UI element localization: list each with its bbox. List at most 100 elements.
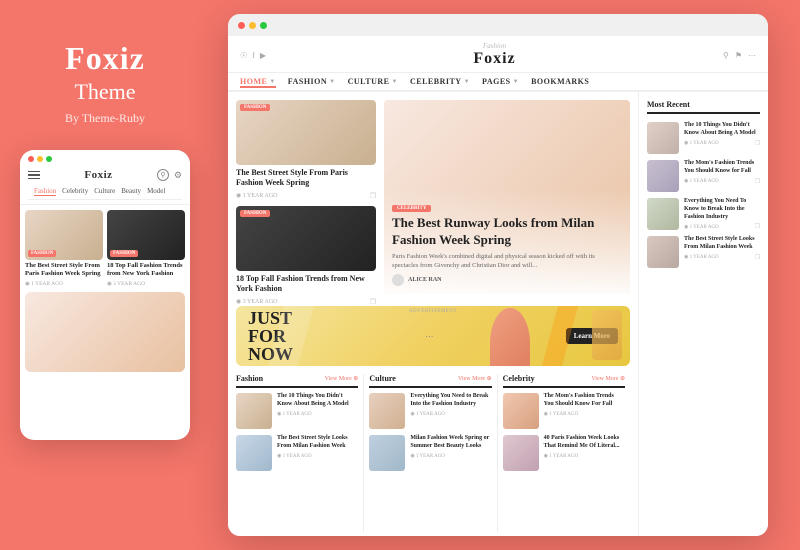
cat-more-fashion[interactable]: View More ⊕ (325, 375, 359, 382)
mobile-card-title-2: 18 Top Fall Fashion Trends from New York… (107, 262, 185, 279)
bookmark-icon-2[interactable]: ❐ (370, 298, 376, 306)
recent-content-3: Everything You Need To Know to Break Int… (684, 198, 760, 230)
cat-title-culture: Culture (369, 374, 396, 383)
category-sections: Fashion View More ⊕ The 10 Things You Di… (228, 370, 638, 536)
site-header: ☉ f ▶ Fashion Foxiz ⚲ ⚑ ⋯ (228, 36, 768, 73)
article-card-1: FASHION The Best Street Style From Paris… (236, 100, 376, 200)
mobile-logo: Foxiz (84, 169, 112, 181)
site-nav: HOME ▼ FASHION ▼ CULTURE ▼ CELEBRITY ▼ P… (228, 73, 768, 92)
cat-content-culture-1: Everything You Need to Break Into the Fa… (410, 393, 491, 429)
mobile-tab-celebrity[interactable]: Celebrity (62, 187, 88, 196)
mobile-tab-fashion[interactable]: Fashion (34, 187, 56, 196)
cat-item-culture-1: Everything You Need to Break Into the Fa… (369, 393, 491, 429)
cat-img-fashion-2 (236, 435, 272, 471)
recent-bookmark-4[interactable]: ❐ (755, 254, 760, 261)
mobile-big-image (25, 292, 185, 372)
article-footer-2: ◉ 3 YEAR AGO ❐ (236, 298, 376, 306)
mobile-card-meta-1: ◉ 1 YEAR AGO (25, 281, 103, 287)
dot-red (28, 156, 34, 162)
settings-icon[interactable]: ⚙ (174, 170, 182, 181)
mobile-card-2: FASHION 18 Top Fall Fashion Trends from … (107, 210, 185, 287)
recent-meta-2: ◉ 1 YEAR AGO (684, 178, 719, 184)
cat-section-celebrity: Celebrity View More ⊕ The Mom's Fashion … (498, 374, 630, 532)
right-panel: ☉ f ▶ Fashion Foxiz ⚲ ⚑ ⋯ HOME ▼ FASHION… (210, 0, 800, 550)
social-icon-f: f (252, 51, 255, 60)
recent-title-1: The 10 Things You Didn't Know About Bein… (684, 122, 760, 138)
cat-item-meta-fashion-2: ◉ 1 YEAR AGO (277, 453, 358, 459)
recent-bookmark-1[interactable]: ❐ (755, 140, 760, 147)
dt-dot-red (238, 22, 245, 29)
main-area: FASHION The Best Street Style From Paris… (228, 92, 768, 536)
bookmark-icon-1[interactable]: ❐ (370, 192, 376, 200)
recent-footer-3: ◉ 1 YEAR AGO ❐ (684, 223, 760, 230)
recent-item-4: The Best Street Style Looks From Milan F… (647, 236, 760, 268)
cat-item-title-culture-2: Milan Fashion Week Spring or Summer Best… (410, 435, 491, 451)
nav-fashion[interactable]: FASHION ▼ (288, 77, 336, 86)
recent-bookmark-2[interactable]: ❐ (755, 178, 760, 185)
recent-meta-1: ◉ 1 YEAR AGO (684, 140, 719, 146)
cat-item-meta-culture-2: ◉ 1 YEAR AGO (410, 453, 491, 459)
recent-footer-1: ◉ 1 YEAR AGO ❐ (684, 140, 760, 147)
mobile-tab-beauty[interactable]: Beauty (121, 187, 141, 196)
cat-item-celeb-2: 40 Paris Fashion Week Looks That Remind … (503, 435, 625, 471)
nav-pages[interactable]: PAGES ▼ (482, 77, 519, 86)
nav-home[interactable]: HOME ▼ (240, 77, 276, 88)
brand-subtitle: Theme (74, 79, 135, 105)
recent-img-4 (647, 236, 679, 268)
article-title-2: 18 Top Fall Fashion Trends from New York… (236, 274, 376, 295)
article-badge-2: FASHION (240, 210, 270, 217)
cat-item-meta-celeb-2: ◉ 1 YEAR AGO (544, 453, 625, 459)
desktop-content: ☉ f ▶ Fashion Foxiz ⚲ ⚑ ⋯ HOME ▼ FASHION… (228, 36, 768, 536)
mobile-tab-model[interactable]: Model (147, 187, 165, 196)
mobile-tabs: Fashion Celebrity Culture Beauty Model (28, 184, 182, 200)
cat-item-fashion-1: The 10 Things You Didn't Know About Bein… (236, 393, 358, 429)
cat-content-celeb-2: 40 Paris Fashion Week Looks That Remind … (544, 435, 625, 471)
ad-figure (490, 308, 530, 366)
more-icon[interactable]: ⋯ (748, 51, 756, 60)
site-logo-small: Fashion (473, 42, 515, 50)
search-icon[interactable]: ⚲ (723, 51, 729, 60)
user-icon[interactable]: ⚑ (735, 51, 742, 60)
ad-right-deco (592, 310, 622, 360)
hero-desc: Paris Fashion Week's combined digital an… (392, 252, 622, 270)
cat-content-celeb-1: The Mom's Fashion Trends You Should Know… (544, 393, 625, 429)
site-header-left: ☉ f ▶ (240, 51, 266, 60)
nav-culture[interactable]: CULTURE ▼ (348, 77, 398, 86)
brand-title: Foxiz (65, 40, 145, 77)
cat-more-celebrity[interactable]: View More ⊕ (591, 375, 625, 382)
social-icon-t: ▶ (260, 51, 266, 60)
mobile-lady-image (25, 292, 185, 372)
cat-more-culture[interactable]: View More ⊕ (458, 375, 492, 382)
site-logo-center: Fashion Foxiz (473, 42, 515, 68)
hamburger-icon[interactable] (28, 171, 40, 180)
dt-dot-green (260, 22, 267, 29)
article-footer-1: ◉ 1 YEAR AGO ❐ (236, 192, 376, 200)
cat-header-celebrity: Celebrity View More ⊕ (503, 374, 625, 388)
mobile-card-title-1: The Best Street Style From Paris Fashion… (25, 262, 103, 279)
recent-title-4: The Best Street Style Looks From Milan F… (684, 236, 760, 252)
hero-author-name: ALICE RAN (408, 277, 442, 283)
article-meta-2: ◉ 3 YEAR AGO (236, 298, 278, 305)
article-img-2: FASHION (236, 206, 376, 271)
nav-celebrity[interactable]: CELEBRITY ▼ (410, 77, 470, 86)
recent-bookmark-3[interactable]: ❐ (755, 223, 760, 230)
mobile-card-1: FASHION The Best Street Style From Paris… (25, 210, 103, 287)
nav-bookmarks[interactable]: BOOKMARKS (531, 77, 589, 86)
site-logo-main: Foxiz (473, 50, 515, 68)
site-header-right: ⚲ ⚑ ⋯ (723, 51, 756, 60)
hero-badge: CELEBRITY (392, 205, 431, 212)
cat-header-culture: Culture View More ⊕ (369, 374, 491, 388)
mobile-window-dots (28, 156, 182, 162)
mobile-content: FASHION The Best Street Style From Paris… (20, 205, 190, 377)
mobile-mockup: Foxiz ⚲ ⚙ Fashion Celebrity Culture Beau… (20, 150, 190, 440)
right-sidebar: Most Recent The 10 Things You Didn't Kno… (638, 92, 768, 536)
mobile-tab-culture[interactable]: Culture (94, 187, 115, 196)
cat-item-culture-2: Milan Fashion Week Spring or Summer Best… (369, 435, 491, 471)
cat-item-celeb-1: The Mom's Fashion Trends You Should Know… (503, 393, 625, 429)
hero-avatar (392, 274, 404, 286)
cat-item-title-culture-1: Everything You Need to Break Into the Fa… (410, 393, 491, 409)
mobile-cards-row: FASHION The Best Street Style From Paris… (25, 210, 185, 287)
dt-dot-yellow (249, 22, 256, 29)
article-badge-1: FASHION (240, 104, 270, 111)
search-icon[interactable]: ⚲ (157, 169, 169, 181)
